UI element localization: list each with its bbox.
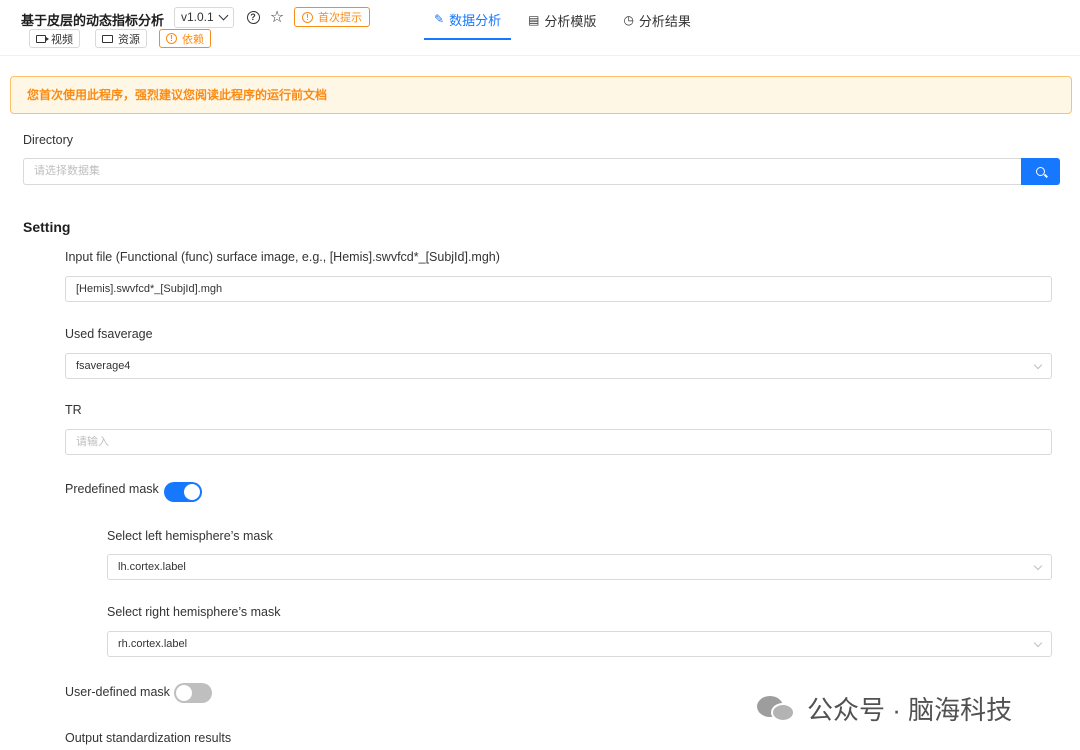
tr-input[interactable]: 请输入 xyxy=(65,429,1052,455)
left-mask-value: lh.cortex.label xyxy=(118,561,186,573)
tab-label: 数据分析 xyxy=(449,12,502,28)
wechat-icon xyxy=(757,694,797,724)
output-std-label: Output standardization results xyxy=(65,731,232,745)
first-tip-button[interactable]: ! 首次提示 xyxy=(294,7,370,27)
video-button[interactable]: 视频 xyxy=(29,29,80,48)
video-label: 视频 xyxy=(51,33,73,46)
directory-label: Directory xyxy=(23,133,74,147)
tab-data-analysis[interactable]: ✎ 数据分析 xyxy=(424,0,512,40)
user-mask-label: User-defined mask xyxy=(65,685,170,699)
right-mask-label: Select right hemisphere’s mask xyxy=(107,605,281,619)
history-icon: ◷ xyxy=(623,13,634,27)
fsaverage-label: Used fsaverage xyxy=(65,327,153,341)
version-label: v1.0.1 xyxy=(181,10,214,24)
tab-label: 分析结果 xyxy=(638,13,691,29)
right-mask-value: rh.cortex.label xyxy=(118,638,188,650)
video-icon xyxy=(36,34,49,43)
info-icon: ! xyxy=(166,33,177,44)
setting-title: Setting xyxy=(23,219,71,235)
chevron-down-icon xyxy=(1033,561,1043,571)
help-icon[interactable]: ? xyxy=(245,9,261,25)
right-mask-select[interactable]: rh.cortex.label xyxy=(107,631,1052,657)
folder-icon xyxy=(102,34,113,43)
edit-icon: ✎ xyxy=(434,12,445,26)
directory-search: 请选择数据集 xyxy=(23,158,1060,185)
search-icon xyxy=(1036,167,1045,176)
app-title: 基于皮层的动态指标分析 xyxy=(21,13,165,28)
tab-analysis-results[interactable]: ◷ 分析结果 xyxy=(613,0,701,40)
fsaverage-value: fsaverage4 xyxy=(76,360,131,372)
main-tabs: ✎ 数据分析 ▤ 分析模版 ◷ 分析结果 xyxy=(424,0,708,40)
star-icon[interactable]: ☆ xyxy=(269,9,285,26)
tab-analysis-template[interactable]: ▤ 分析模版 xyxy=(518,0,606,40)
document-icon: ▤ xyxy=(528,13,540,27)
predefined-mask-toggle[interactable] xyxy=(164,482,202,502)
search-button[interactable] xyxy=(1021,158,1060,185)
predefined-mask-label: Predefined mask xyxy=(65,482,159,496)
version-select[interactable]: v1.0.1 xyxy=(174,7,234,28)
left-mask-select[interactable]: lh.cortex.label xyxy=(107,554,1052,580)
first-use-alert: 您首次使用此程序，强烈建议您阅读此程序的运行前文档 xyxy=(10,76,1072,114)
chevron-down-icon xyxy=(1033,360,1043,370)
dependency-label: 依赖 xyxy=(182,33,204,46)
toggle-knob xyxy=(176,685,192,701)
toggle-knob xyxy=(184,484,200,500)
first-tip-label: 首次提示 xyxy=(318,12,362,24)
app-header: 基于皮层的动态指标分析 v1.0.1 ? ☆ ! 首次提示 视频 资源 ! 依赖… xyxy=(0,0,1080,56)
tab-label: 分析模版 xyxy=(544,13,597,29)
input-file-label: Input file (Functional (func) surface im… xyxy=(65,250,500,264)
watermark-text: 公众号 · 脑海科技 xyxy=(807,695,1013,725)
resource-label: 资源 xyxy=(118,33,140,46)
input-file-field[interactable]: [Hemis].swvfcd*_[SubjId].mgh xyxy=(65,276,1052,302)
tr-label: TR xyxy=(65,403,82,417)
user-mask-toggle[interactable] xyxy=(174,683,212,703)
watermark: 公众号 · 脑海科技 xyxy=(757,690,1012,727)
directory-input[interactable]: 请选择数据集 xyxy=(23,158,1021,185)
info-icon: ! xyxy=(302,11,313,23)
chevron-down-icon xyxy=(218,10,229,21)
chevron-down-icon xyxy=(1033,638,1043,648)
dependency-button[interactable]: ! 依赖 xyxy=(159,29,211,48)
left-mask-label: Select left hemisphere’s mask xyxy=(107,529,273,543)
fsaverage-select[interactable]: fsaverage4 xyxy=(65,353,1052,379)
resource-button[interactable]: 资源 xyxy=(95,29,147,48)
